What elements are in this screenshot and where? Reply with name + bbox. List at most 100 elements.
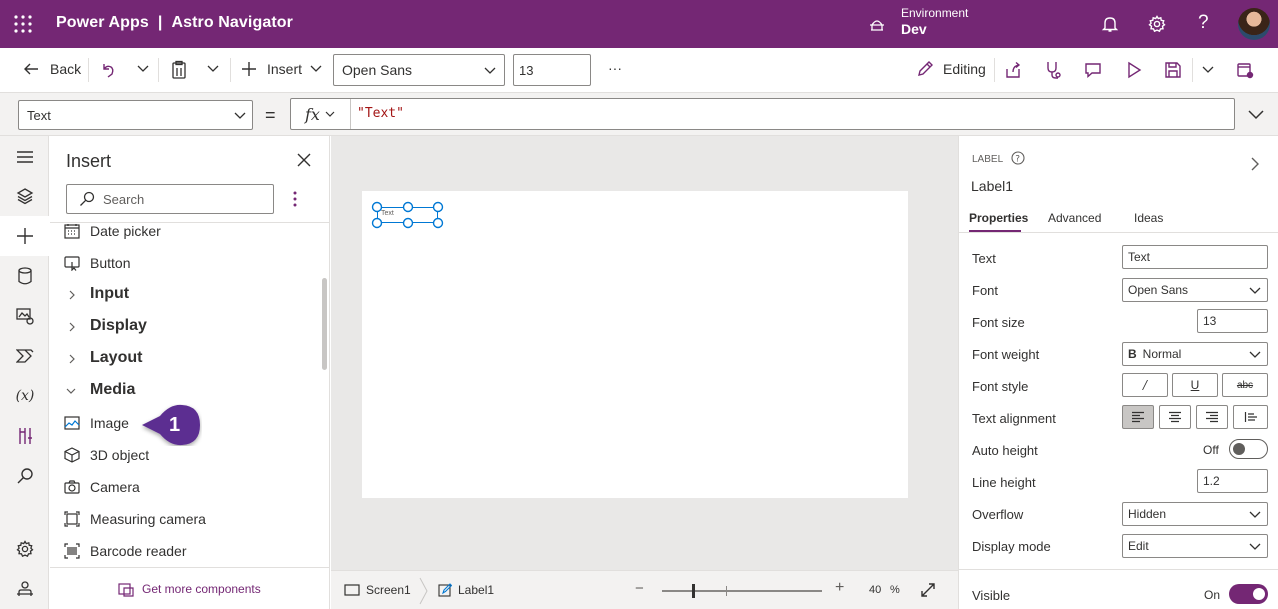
bell-icon[interactable]	[1101, 15, 1119, 36]
breadcrumb-separator-icon	[419, 577, 428, 605]
zoom-slider[interactable]	[662, 584, 822, 598]
app-screen[interactable]	[362, 191, 908, 498]
hamburger-menu-icon[interactable]	[12, 144, 38, 170]
auto-height-state: Off	[1203, 443, 1219, 457]
save-icon[interactable]	[1164, 61, 1182, 82]
editing-button[interactable]: Editing	[916, 60, 986, 78]
selection-handles[interactable]	[371, 201, 445, 229]
chevron-down-icon	[66, 388, 76, 394]
text-input[interactable]: Text	[1122, 245, 1268, 269]
step-callout: 1	[140, 404, 202, 446]
font-dropdown-panel[interactable]: Open Sans	[1122, 278, 1268, 302]
chevron-down-icon	[1249, 543, 1261, 550]
category-input[interactable]: Input	[62, 281, 312, 309]
overflow-dropdown[interactable]: Hidden	[1122, 502, 1268, 526]
italic-button[interactable]: /	[1122, 373, 1168, 397]
breadcrumb-screen[interactable]: Screen1	[344, 583, 411, 597]
paste-icon[interactable]	[170, 60, 188, 83]
font-weight-dropdown[interactable]: B Normal	[1122, 342, 1268, 366]
zoom-in-button[interactable]: +	[835, 579, 844, 597]
insert-button[interactable]: Insert	[240, 60, 322, 78]
tab-ideas[interactable]: Ideas	[1134, 211, 1163, 225]
screen-crumb-label: Screen1	[366, 583, 411, 597]
more-button[interactable]: ···	[608, 60, 622, 76]
underline-button[interactable]: U	[1172, 373, 1218, 397]
breadcrumb-label[interactable]: Label1	[438, 583, 494, 597]
tab-properties[interactable]: Properties	[969, 211, 1028, 225]
variables-icon[interactable]: (x)	[12, 383, 38, 409]
equals-sign: =	[265, 105, 276, 125]
visible-toggle[interactable]	[1229, 584, 1268, 604]
list-item[interactable]: Barcode reader	[62, 537, 312, 565]
calendar-icon	[64, 224, 80, 239]
paste-dropdown-chevron-icon[interactable]	[206, 63, 220, 78]
category-layout[interactable]: Layout	[62, 345, 312, 373]
comment-icon[interactable]	[1084, 61, 1102, 82]
divider	[230, 58, 231, 82]
data-cylinder-icon[interactable]	[12, 263, 38, 289]
list-item[interactable]: Date picker	[62, 217, 312, 245]
category-media[interactable]: Media	[62, 377, 312, 405]
align-center-button[interactable]	[1159, 405, 1191, 429]
overflow-value: Hidden	[1128, 507, 1167, 521]
font-dropdown[interactable]: Open Sans	[333, 54, 505, 86]
save-dropdown-chevron-icon[interactable]	[1201, 64, 1215, 79]
list-item[interactable]: Measuring camera	[62, 505, 312, 533]
list-item[interactable]: Camera	[62, 473, 312, 501]
property-dropdown[interactable]: Text	[18, 100, 253, 130]
info-icon[interactable]: ?	[1011, 151, 1025, 168]
strikethrough-button[interactable]: abc	[1222, 373, 1268, 397]
collapse-panel-chevron-icon[interactable]	[1250, 156, 1260, 175]
share-icon[interactable]	[1004, 61, 1022, 82]
gear-icon[interactable]	[1148, 15, 1166, 36]
components-icon	[118, 583, 134, 597]
auto-height-toggle[interactable]	[1229, 439, 1268, 459]
advanced-tools-icon[interactable]	[12, 423, 38, 449]
display-mode-value: Edit	[1128, 539, 1149, 553]
tree-view-icon[interactable]	[12, 183, 38, 209]
power-automate-icon[interactable]	[12, 343, 38, 369]
align-left-button[interactable]	[1122, 405, 1154, 429]
fx-button[interactable]: fx	[291, 99, 351, 129]
avatar[interactable]	[1238, 8, 1270, 40]
list-item[interactable]: Button	[62, 249, 312, 277]
more-options-icon[interactable]	[293, 191, 297, 210]
media-icon[interactable]	[12, 303, 38, 329]
zoom-slider-thumb[interactable]	[692, 584, 695, 598]
display-mode-dropdown[interactable]: Edit	[1122, 534, 1268, 558]
app-launcher-icon[interactable]	[14, 15, 32, 33]
search-input[interactable]: Search	[66, 184, 274, 214]
expand-formula-chevron-icon[interactable]	[1247, 107, 1265, 124]
align-right-button[interactable]	[1196, 405, 1228, 429]
undo-dropdown-chevron-icon[interactable]	[136, 63, 150, 78]
get-more-components-link[interactable]: Get more components	[118, 581, 261, 597]
tab-advanced[interactable]: Advanced	[1048, 211, 1101, 225]
fit-to-window-icon[interactable]	[920, 582, 936, 601]
line-height-field[interactable]: 1.2	[1197, 469, 1268, 493]
search-icon[interactable]	[12, 463, 38, 489]
undo-icon[interactable]	[99, 61, 117, 82]
font-size-input[interactable]: 13	[513, 54, 591, 86]
app-checker-icon[interactable]	[1044, 60, 1062, 83]
arrow-left-icon	[24, 63, 38, 75]
play-icon[interactable]	[1125, 61, 1143, 82]
chevron-down-icon	[325, 111, 335, 117]
virtual-agent-icon[interactable]	[12, 576, 38, 602]
environment-icon[interactable]	[868, 15, 886, 36]
environment-value[interactable]: Dev	[901, 21, 927, 37]
close-icon[interactable]	[297, 153, 311, 170]
category-display[interactable]: Display	[62, 313, 312, 341]
align-justify-button[interactable]	[1233, 405, 1268, 429]
help-icon[interactable]: ?	[1198, 12, 1209, 34]
insert-plus-icon[interactable]	[12, 223, 38, 249]
zoom-out-button[interactable]: −	[635, 580, 644, 597]
settings-gear-icon[interactable]	[12, 536, 38, 562]
font-size-field[interactable]: 13	[1197, 309, 1268, 333]
scrollbar-thumb[interactable]	[322, 278, 327, 370]
publish-icon[interactable]	[1236, 61, 1254, 82]
chevron-right-icon	[69, 322, 75, 332]
category-label: Media	[90, 381, 136, 398]
toggle-knob	[1253, 588, 1265, 600]
formula-input[interactable]: fx "Text"	[290, 98, 1235, 130]
back-button[interactable]: Back	[22, 60, 81, 78]
